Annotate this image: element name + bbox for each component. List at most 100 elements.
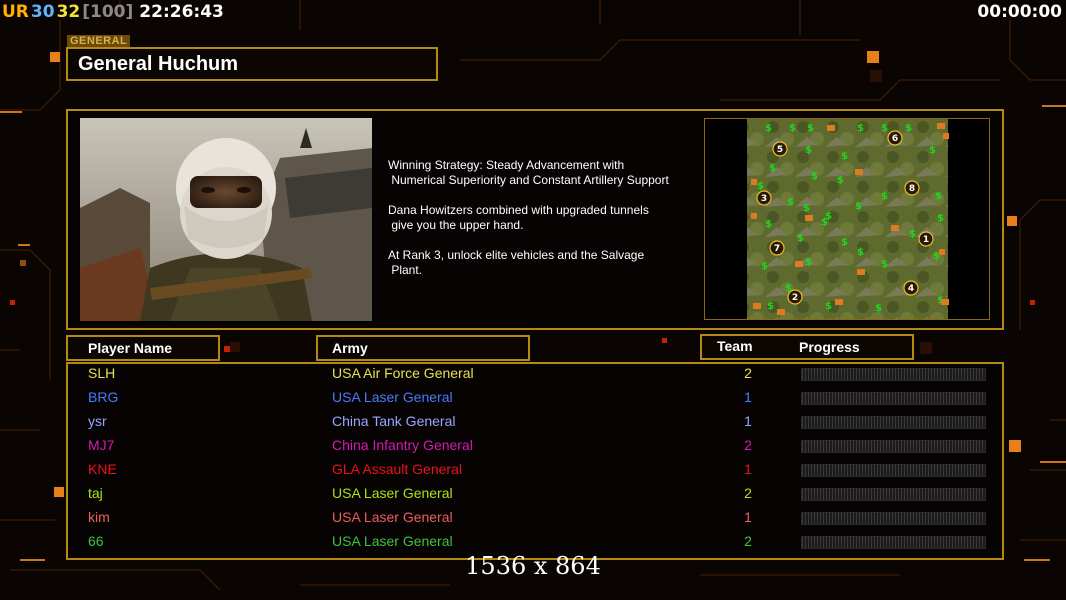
svg-text:$: $: [765, 123, 772, 134]
player-name: 66: [88, 533, 104, 549]
svg-text:$: $: [825, 301, 832, 312]
player-team: 1: [744, 509, 752, 525]
loading-progress-bar: [801, 416, 986, 429]
start-pos-1: 1: [923, 235, 929, 245]
stat-value-c: [100]: [82, 2, 134, 22]
strategy-description: Winning Strategy: Steady Advancement wit…: [388, 158, 698, 293]
player-army: China Infantry General: [332, 437, 473, 453]
resolution-label: 1536 x 864: [465, 552, 601, 580]
svg-text:$: $: [805, 257, 812, 268]
loading-progress-bar: [801, 368, 986, 381]
player-army: USA Air Force General: [332, 365, 474, 381]
start-pos-7: 7: [774, 244, 780, 254]
svg-text:$: $: [757, 181, 764, 192]
player-list: SLH USA Air Force General 2 BRG USA Lase…: [66, 362, 1004, 560]
player-team: 1: [744, 389, 752, 405]
loading-progress-bar: [801, 392, 986, 405]
svg-text:$: $: [881, 191, 888, 202]
strategy-tunnels-text: Dana Howitzers combined with upgraded tu…: [388, 203, 649, 232]
player-army: USA Laser General: [332, 509, 453, 525]
ur-label: UR: [2, 2, 29, 22]
player-team: 1: [744, 461, 752, 477]
svg-text:$: $: [841, 237, 848, 248]
svg-text:$: $: [767, 301, 774, 312]
start-pos-6: 6: [892, 134, 898, 144]
player-team: 1: [744, 413, 752, 429]
player-name: ysr: [88, 413, 107, 429]
player-name: SLH: [88, 365, 116, 381]
strategy-text: Winning Strategy: Steady Advancement wit…: [388, 158, 669, 187]
army-header: Army: [316, 335, 530, 361]
player-name: taj: [88, 485, 103, 501]
svg-text:$: $: [905, 123, 912, 134]
start-pos-2: 2: [792, 293, 798, 303]
loading-progress-bar: [801, 488, 986, 501]
svg-text:$: $: [769, 163, 776, 174]
map-preview: $ $ $ $ $ $ $ $ $ $ $ $ $ $ $ $ $ $ $ $ $ $ $ $ $ $ $ $ $ $ …: [704, 118, 990, 320]
player-row: SLH USA Air Force General 2: [68, 364, 1002, 388]
player-name: MJ7: [88, 437, 115, 453]
elapsed-timer: 00:00:00: [977, 2, 1062, 22]
svg-text:$: $: [929, 145, 936, 156]
loading-progress-bar: [801, 536, 986, 549]
general-portrait: [80, 118, 372, 321]
svg-text:$: $: [797, 233, 804, 244]
player-team: 2: [744, 365, 752, 381]
stat-value-a: 30: [30, 2, 55, 22]
general-name: General Huchum: [78, 53, 239, 75]
player-team: 2: [744, 485, 752, 501]
start-pos-5: 5: [777, 145, 783, 155]
player-name: kim: [88, 509, 110, 525]
player-team: 2: [744, 437, 752, 453]
svg-text:$: $: [875, 303, 882, 314]
player-name-header: Player Name: [66, 335, 220, 361]
team-header-label: Team: [717, 338, 753, 354]
svg-text:$: $: [881, 123, 888, 134]
player-row: ysr China Tank General 1: [68, 412, 1002, 436]
svg-text:$: $: [805, 145, 812, 156]
svg-text:$: $: [935, 191, 942, 202]
loading-progress-bar: [801, 512, 986, 525]
player-army: USA Laser General: [332, 485, 453, 501]
svg-text:$: $: [857, 123, 864, 134]
svg-text:$: $: [811, 171, 818, 182]
clock-time: 22:26:43: [139, 2, 224, 22]
army-header-label: Army: [332, 340, 368, 356]
player-row: kim USA Laser General 1: [68, 508, 1002, 532]
player-name: KNE: [88, 461, 117, 477]
svg-text:$: $: [855, 201, 862, 212]
player-army: GLA Assault General: [332, 461, 462, 477]
general-info-panel: Winning Strategy: Steady Advancement wit…: [66, 109, 1004, 330]
start-pos-8: 8: [909, 184, 915, 194]
svg-text:$: $: [787, 197, 794, 208]
player-army: USA Laser General: [332, 533, 453, 549]
fps-overlay: UR 30 32 [100] 22:26:43: [2, 2, 226, 22]
stat-value-b: 32: [56, 2, 81, 22]
svg-text:$: $: [765, 219, 772, 230]
svg-text:$: $: [803, 203, 810, 214]
player-name: BRG: [88, 389, 119, 405]
strategy-rank-text: At Rank 3, unlock elite vehicles and the…: [388, 248, 645, 277]
svg-text:$: $: [807, 123, 814, 134]
player-row: KNE GLA Assault General 1: [68, 460, 1002, 484]
team-progress-header: Team Progress: [700, 334, 914, 360]
player-name-header-label: Player Name: [88, 340, 173, 356]
svg-text:$: $: [789, 123, 796, 134]
progress-header-label: Progress: [799, 339, 860, 355]
player-team: 2: [744, 533, 752, 549]
general-tag: GENERAL: [67, 35, 131, 47]
svg-text:$: $: [837, 175, 844, 186]
svg-text:$: $: [937, 213, 944, 224]
loading-progress-bar: [801, 440, 986, 453]
svg-text:$: $: [933, 251, 940, 262]
svg-text:$: $: [881, 259, 888, 270]
player-row: taj USA Laser General 2: [68, 484, 1002, 508]
player-army: USA Laser General: [332, 389, 453, 405]
svg-text:$: $: [857, 247, 864, 258]
svg-text:$: $: [909, 229, 916, 240]
loading-progress-bar: [801, 464, 986, 477]
start-pos-3: 3: [761, 194, 767, 204]
player-row: BRG USA Laser General 1: [68, 388, 1002, 412]
player-army: China Tank General: [332, 413, 456, 429]
general-name-box: General Huchum: [66, 47, 438, 81]
